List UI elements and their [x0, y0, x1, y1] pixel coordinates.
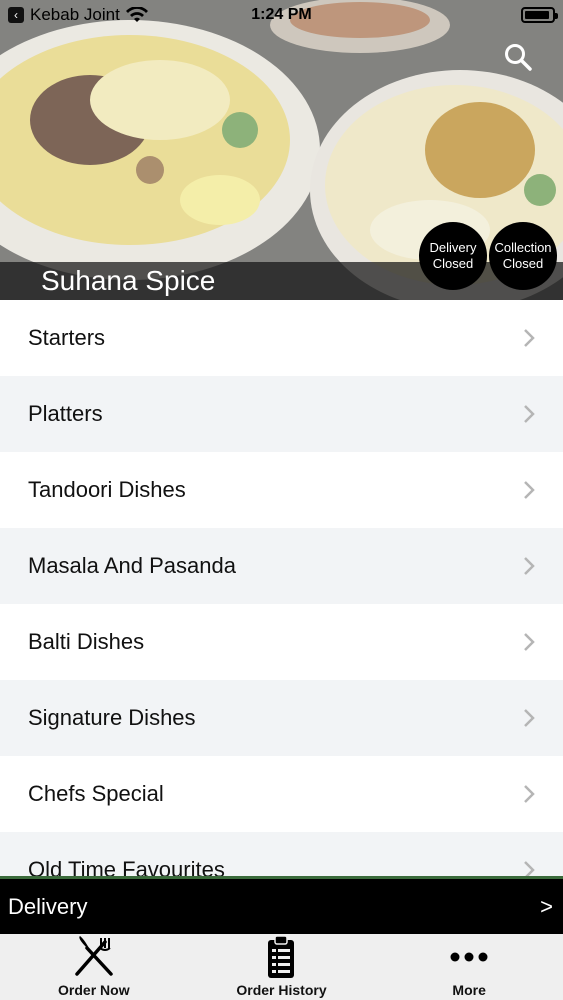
- delivery-arrow-icon: >: [540, 893, 553, 919]
- battery-icon: [521, 7, 558, 23]
- tab-more[interactable]: More: [389, 934, 549, 1000]
- chevron-right-icon: [524, 481, 535, 499]
- tab-label: Order Now: [58, 982, 130, 998]
- fork-knife-icon: [75, 936, 113, 976]
- menu-item-label: Starters: [28, 325, 106, 350]
- tab-label: Order History: [236, 982, 327, 998]
- chevron-right-icon: [524, 709, 535, 727]
- status-bar: ‹ Kebab Joint 1:24 PM: [0, 0, 563, 30]
- menu-item-old-time-favourites[interactable]: Old Time Favourites: [0, 832, 563, 876]
- collection-status-badge: Collection Closed: [489, 222, 557, 290]
- menu-item-label: Platters: [28, 401, 103, 426]
- delivery-status-badge: Delivery Closed: [419, 222, 487, 290]
- chevron-right-icon: [524, 861, 535, 876]
- menu-item-label: Signature Dishes: [28, 705, 196, 730]
- hero-banner: ‹ Kebab Joint 1:24 PM Suhana Spice Deliv…: [0, 0, 563, 300]
- menu-item-starters[interactable]: Starters: [0, 300, 563, 376]
- menu-item-platters[interactable]: Platters: [0, 376, 563, 452]
- menu-item-masala-and-pasanda[interactable]: Masala And Pasanda: [0, 528, 563, 604]
- chevron-right-icon: [524, 633, 535, 651]
- more-dots-icon: [450, 952, 488, 962]
- chevron-right-icon: [524, 557, 535, 575]
- restaurant-name: Suhana Spice: [41, 265, 216, 296]
- search-icon[interactable]: [503, 42, 533, 72]
- menu-item-chefs-special[interactable]: Chefs Special: [0, 756, 563, 832]
- tab-order-history[interactable]: Order History: [201, 934, 361, 1000]
- delivery-mode-bar[interactable]: Delivery >: [0, 876, 563, 934]
- menu-item-balti-dishes[interactable]: Balti Dishes: [0, 604, 563, 680]
- bottom-tab-bar: Order Now Order History More: [0, 934, 563, 1000]
- menu-item-label: Masala And Pasanda: [28, 553, 236, 578]
- menu-category-list: Starters Platters Tandoori Dishes Masala…: [0, 300, 563, 876]
- back-to-app-icon[interactable]: ‹: [8, 7, 24, 23]
- tab-order-now[interactable]: Order Now: [14, 934, 174, 1000]
- chevron-right-icon: [524, 785, 535, 803]
- wifi-icon: [125, 7, 148, 22]
- status-left: ‹ Kebab Joint: [8, 5, 148, 25]
- delivery-status-line1: Delivery: [429, 240, 477, 255]
- menu-item-label: Balti Dishes: [28, 629, 145, 654]
- menu-item-label: Tandoori Dishes: [28, 477, 186, 502]
- chevron-right-icon: [524, 329, 535, 347]
- back-app-label[interactable]: Kebab Joint: [30, 5, 120, 25]
- menu-item-tandoori-dishes[interactable]: Tandoori Dishes: [0, 452, 563, 528]
- delivery-status-line2: Closed: [432, 256, 474, 271]
- menu-item-signature-dishes[interactable]: Signature Dishes: [0, 680, 563, 756]
- tab-label: More: [452, 982, 486, 998]
- chevron-right-icon: [524, 405, 535, 423]
- collection-status-line1: Collection: [494, 240, 552, 255]
- menu-item-label: Chefs Special: [28, 781, 164, 806]
- clipboard-list-icon: [268, 935, 295, 978]
- collection-status-line2: Closed: [502, 256, 544, 271]
- delivery-mode-label: Delivery: [8, 893, 88, 919]
- menu-item-label: Old Time Favourites: [28, 857, 225, 876]
